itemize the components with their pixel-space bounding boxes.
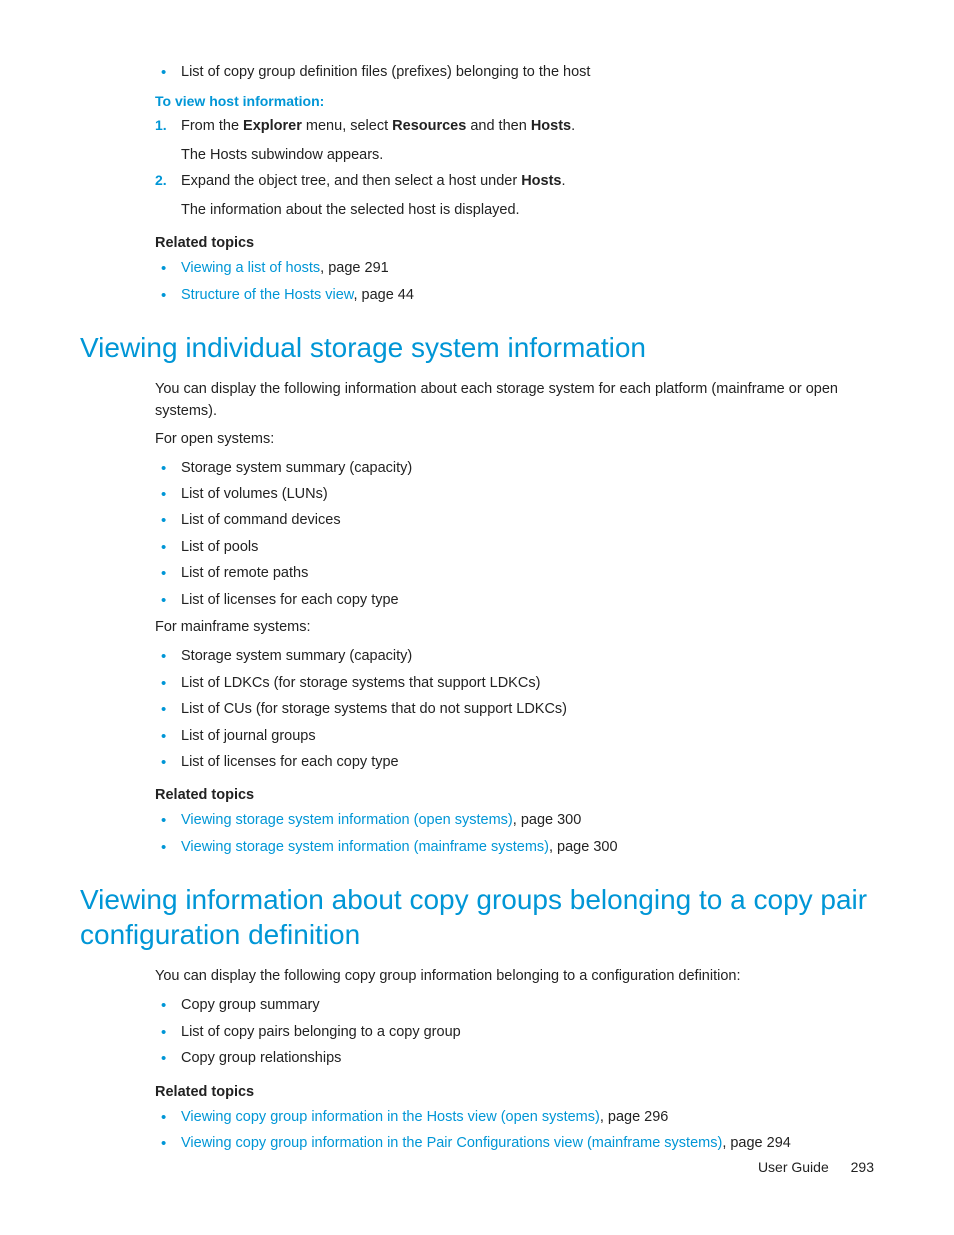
open-systems-list: Storage system summary (capacity) List o… <box>155 457 874 612</box>
list-item: Copy group summary <box>155 994 874 1016</box>
list-item: List of LDKCs (for storage systems that … <box>155 672 874 694</box>
heading-storage-system: Viewing individual storage system inform… <box>80 330 874 365</box>
list-item: List of licenses for each copy type <box>155 751 874 773</box>
related-link[interactable]: Viewing copy group information in the Pa… <box>181 1135 722 1151</box>
intro-bullet-list: List of copy group definition files (pre… <box>155 61 874 83</box>
list-item: List of copy pairs belonging to a copy g… <box>155 1021 874 1043</box>
related-list: Viewing storage system information (open… <box>155 809 874 858</box>
body-text: You can display the following informatio… <box>155 379 874 423</box>
list-item: List of journal groups <box>155 725 874 747</box>
list-item: Viewing storage system information (open… <box>155 809 874 831</box>
bold-text: Hosts <box>521 173 561 189</box>
related-list: Viewing copy group information in the Ho… <box>155 1106 874 1155</box>
list-item: List of volumes (LUNs) <box>155 483 874 505</box>
step-text: and then <box>466 118 531 134</box>
related-link[interactable]: Viewing storage system information (main… <box>181 839 549 855</box>
list-item: List of CUs (for storage systems that do… <box>155 698 874 720</box>
related-suffix: , page 294 <box>722 1135 791 1151</box>
bold-text: Resources <box>392 118 466 134</box>
related-link[interactable]: Structure of the Hosts view <box>181 287 353 303</box>
related-suffix: , page 291 <box>320 260 389 276</box>
copy-group-list: Copy group summary List of copy pairs be… <box>155 994 874 1069</box>
list-item: Viewing copy group information in the Pa… <box>155 1132 874 1154</box>
step-text: menu, select <box>302 118 392 134</box>
related-suffix: , page 300 <box>549 839 618 855</box>
footer-label: User Guide <box>758 1159 829 1175</box>
intro-block: List of copy group definition files (pre… <box>155 61 874 306</box>
mainframe-systems-list: Storage system summary (capacity) List o… <box>155 645 874 773</box>
section1-block: You can display the following informatio… <box>155 379 874 858</box>
related-suffix: , page 296 <box>600 1109 669 1125</box>
steps-list: From the Explorer menu, select Resources… <box>155 115 874 221</box>
related-topics-head: Related topics <box>155 235 874 251</box>
step-text: Expand the object tree, and then select … <box>181 173 521 189</box>
heading-copy-groups: Viewing information about copy groups be… <box>80 882 874 952</box>
section2-block: You can display the following copy group… <box>155 966 874 1154</box>
related-link[interactable]: Viewing a list of hosts <box>181 260 320 276</box>
list-item: List of command devices <box>155 509 874 531</box>
list-item: List of remote paths <box>155 562 874 584</box>
related-topics-head: Related topics <box>155 787 874 803</box>
to-view-host-subhead: To view host information: <box>155 93 874 109</box>
page: List of copy group definition files (pre… <box>0 0 954 1235</box>
list-item: List of copy group definition files (pre… <box>155 61 874 83</box>
list-item: Copy group relationships <box>155 1047 874 1069</box>
step-text: From the <box>181 118 243 134</box>
bold-text: Explorer <box>243 118 302 134</box>
related-suffix: , page 44 <box>353 287 413 303</box>
list-item: Storage system summary (capacity) <box>155 457 874 479</box>
body-text: You can display the following copy group… <box>155 966 874 988</box>
step-item: Expand the object tree, and then select … <box>155 170 874 221</box>
related-list: Viewing a list of hosts, page 291 Struct… <box>155 257 874 306</box>
page-number: 293 <box>851 1159 874 1175</box>
list-item: Structure of the Hosts view, page 44 <box>155 284 874 306</box>
step-sub: The information about the selected host … <box>181 199 874 221</box>
body-text: For mainframe systems: <box>155 617 874 639</box>
related-link[interactable]: Viewing storage system information (open… <box>181 812 513 828</box>
step-item: From the Explorer menu, select Resources… <box>155 115 874 166</box>
list-item: Viewing storage system information (main… <box>155 836 874 858</box>
related-topics-head: Related topics <box>155 1084 874 1100</box>
step-sub: The Hosts subwindow appears. <box>181 144 874 166</box>
step-text: . <box>561 173 565 189</box>
body-text: For open systems: <box>155 429 874 451</box>
list-item: Storage system summary (capacity) <box>155 645 874 667</box>
list-item: List of pools <box>155 536 874 558</box>
step-text: . <box>571 118 575 134</box>
list-item: Viewing copy group information in the Ho… <box>155 1106 874 1128</box>
bold-text: Hosts <box>531 118 571 134</box>
list-item: List of licenses for each copy type <box>155 589 874 611</box>
page-footer: User Guide 293 <box>758 1159 874 1175</box>
list-item: Viewing a list of hosts, page 291 <box>155 257 874 279</box>
related-link[interactable]: Viewing copy group information in the Ho… <box>181 1109 600 1125</box>
related-suffix: , page 300 <box>513 812 582 828</box>
